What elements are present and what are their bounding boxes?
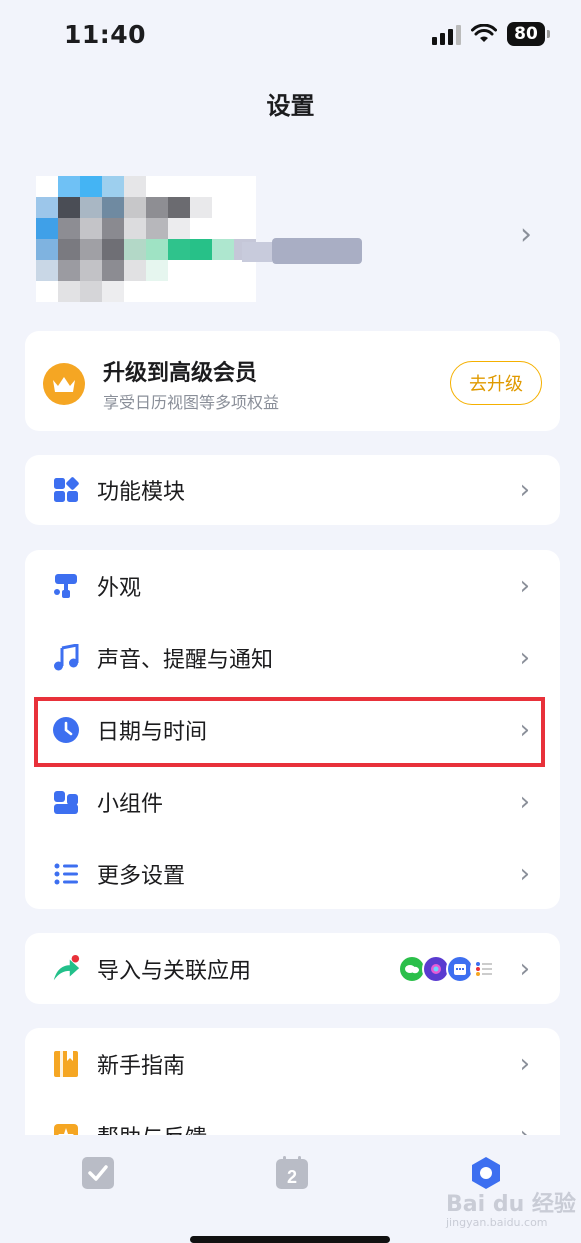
modules-card: 功能模块 › [25,455,560,525]
watermark-url: jingyan.baidu.com [446,1216,548,1229]
wifi-icon [471,24,497,42]
vip-title: 升级到高级会员 [103,361,258,386]
music-note-icon [51,643,81,673]
chevron-right-icon: › [520,217,532,252]
home-indicator [190,1236,390,1243]
book-icon [51,1049,81,1079]
page-title: 设置 [266,92,315,120]
signal-icon [432,23,461,45]
import-label: 导入与关联应用 [97,958,252,984]
vip-subtitle: 享受日历视图等多项权益 [103,393,280,412]
username-blur [272,238,362,264]
chevron-right-icon: › [519,643,530,673]
widgets-label: 小组件 [97,792,164,817]
username-blur-edge [242,242,272,262]
watermark-brand: Bai du 经验 [446,1192,576,1217]
upgrade-button[interactable]: 去升级 [450,361,542,405]
guide-label: 新手指南 [97,1054,186,1079]
status-icons: 80 [432,22,550,46]
checkbox-icon [82,1157,114,1189]
settings-row-import[interactable]: 导入与关联应用 › [25,933,560,1004]
avatar [36,176,256,302]
tab-tasks[interactable] [80,1155,116,1191]
settings-row-widgets[interactable]: 小组件 › [25,766,560,838]
settings-row-more[interactable]: 更多设置 › [25,838,560,910]
chevron-right-icon: › [519,953,530,984]
more-label: 更多设置 [97,864,186,889]
calendar-day: 2 [287,1167,297,1187]
settings-row-sound[interactable]: 声音、提醒与通知 › [25,622,560,694]
calendar-icon: 2 [276,1156,308,1189]
chevron-right-icon: › [519,571,530,601]
sound-label: 声音、提醒与通知 [97,648,274,673]
appearance-label: 外观 [97,576,142,601]
sliders-icon [51,859,81,889]
modules-label: 功能模块 [97,480,186,505]
share-arrow-icon [51,954,81,984]
status-time: 11:40 [64,20,147,49]
crown-icon [43,363,85,405]
reminders-icon [470,955,498,983]
tab-calendar[interactable]: 2 [274,1155,310,1191]
linked-apps [398,955,498,983]
chevron-right-icon: › [519,787,530,817]
vip-card[interactable]: 升级到高级会员 享受日历视图等多项权益 去升级 [25,331,560,431]
widget-icon [51,787,81,817]
settings-row-modules[interactable]: 功能模块 › [25,455,560,525]
chevron-right-icon: › [519,475,530,505]
settings-row-guide[interactable]: 新手指南 › [25,1028,560,1100]
chevron-right-icon: › [519,1049,530,1079]
chevron-right-icon: › [519,859,530,889]
status-bar: 11:40 80 [0,0,581,70]
profile-row[interactable]: › [36,176,546,302]
settings-row-appearance[interactable]: 外观 › [25,550,560,622]
modules-icon [51,475,81,505]
highlight-box [34,697,545,767]
paint-roller-icon [51,571,81,601]
import-card: 导入与关联应用 › [25,933,560,1004]
battery-indicator: 80 [507,22,550,46]
